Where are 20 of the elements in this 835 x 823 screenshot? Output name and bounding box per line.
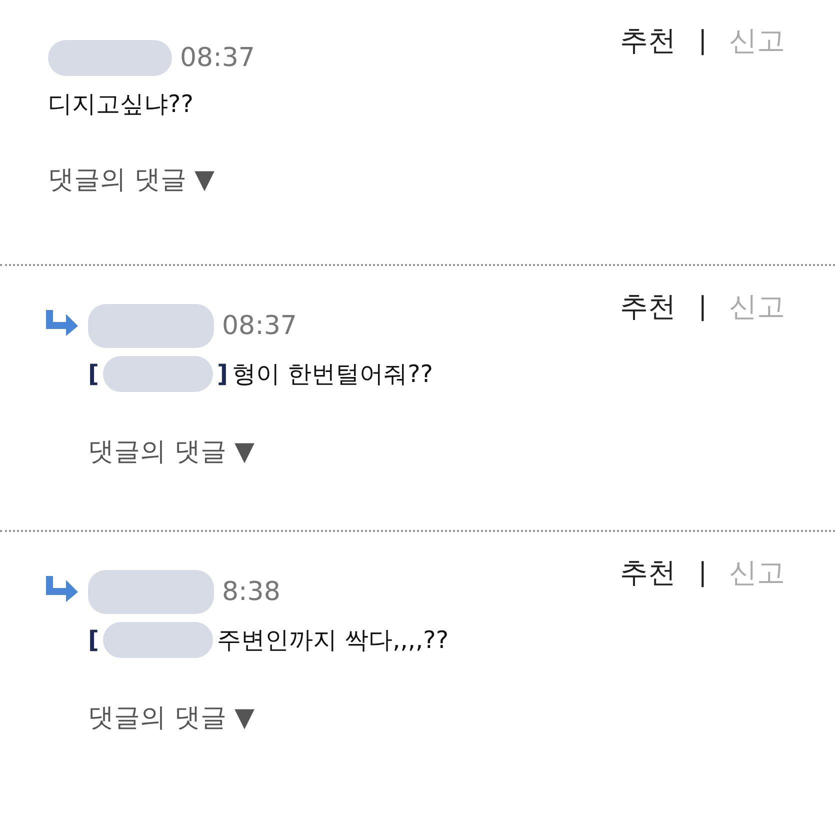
separator-text: | bbox=[698, 558, 707, 588]
comment-text: 형이 한번털어줘?? bbox=[232, 359, 434, 390]
comment-text: 주변인까지 싹다,,,,?? bbox=[216, 625, 449, 656]
comment-time: 08:37 bbox=[222, 311, 297, 341]
recommend-link[interactable]: 추천 bbox=[620, 288, 676, 326]
comment-time: 8:38 bbox=[222, 577, 280, 607]
reply-arrow-icon bbox=[44, 576, 80, 602]
comment-time: 08:37 bbox=[180, 43, 255, 73]
recommend-link[interactable]: 추천 bbox=[620, 22, 676, 60]
mention-bracket: [ bbox=[88, 626, 99, 654]
mention-bracket: ] bbox=[216, 360, 228, 388]
reply-button[interactable]: 댓글의 댓글 ▼ bbox=[48, 162, 215, 197]
reply-arrow-icon bbox=[44, 310, 80, 336]
separator-text: | bbox=[698, 292, 707, 322]
recommend-link[interactable]: 추천 bbox=[620, 554, 676, 592]
comment-text: 디지고싶냐?? bbox=[48, 89, 194, 120]
reply-button[interactable]: 댓글의 댓글 ▼ bbox=[88, 434, 255, 469]
mention-bracket: [ bbox=[88, 360, 99, 388]
reply-button[interactable]: 댓글의 댓글 ▼ bbox=[88, 700, 255, 735]
separator-text: | bbox=[698, 26, 707, 56]
